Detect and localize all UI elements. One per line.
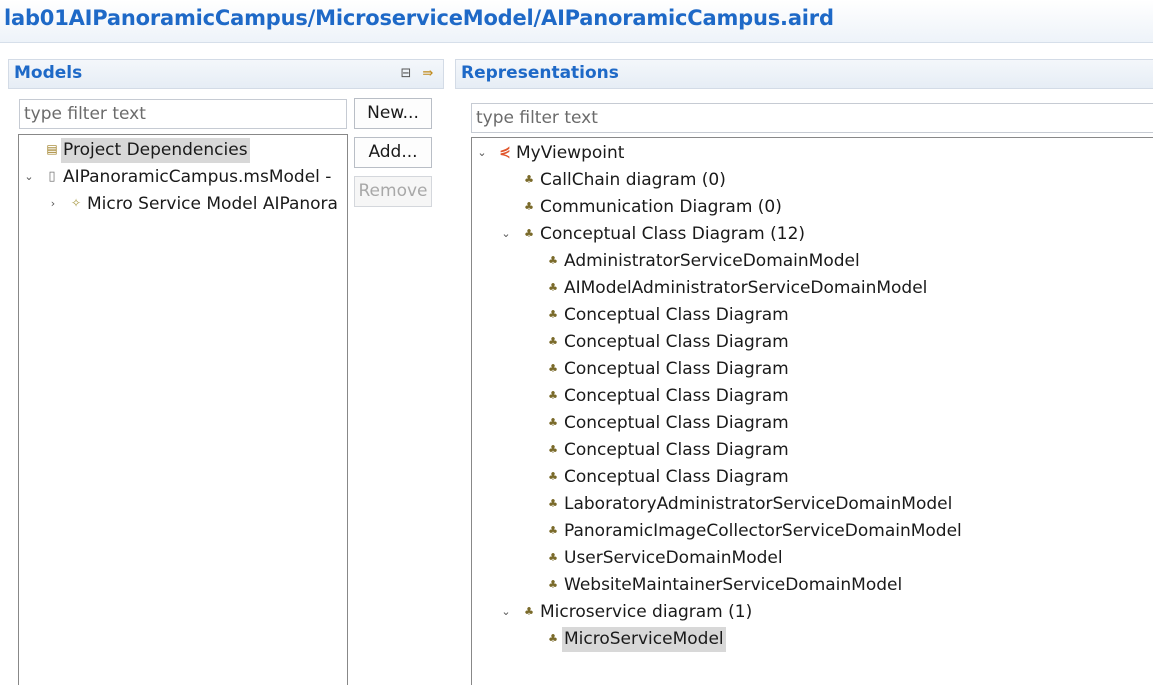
chevron-down-icon[interactable]: ⌄	[23, 164, 35, 189]
tree-item-diagram[interactable]: ♣ LaboratoryAdministratorServiceDomainMod…	[544, 491, 954, 516]
diagram-icon: ♣	[548, 254, 558, 267]
new-button[interactable]: New...	[354, 98, 432, 129]
tree-item-diagram[interactable]: ♣ Conceptual Class Diagram	[544, 383, 791, 408]
diagram-type-icon: ♣	[524, 605, 534, 618]
chevron-down-icon[interactable]: ⌄	[500, 599, 512, 624]
tree-item-viewpoint[interactable]: ⋞ MyViewpoint	[496, 140, 626, 165]
chevron-down-icon[interactable]: ⌄	[500, 221, 512, 246]
tree-item-msmodel-file[interactable]: ▯ AIPanoramicCampus.msModel -	[43, 164, 333, 189]
diagram-icon: ♣	[548, 551, 558, 564]
tree-item-communication-diagram[interactable]: ♣ Communication Diagram (0)	[520, 194, 784, 219]
diagram-icon: ♣	[548, 443, 558, 456]
tree-item-diagram[interactable]: ♣ PanoramicImageCollectorServiceDomainMod…	[544, 518, 964, 543]
diagram-icon: ♣	[548, 335, 558, 348]
model-element-icon: ✧	[70, 196, 82, 210]
viewpoint-icon: ⋞	[499, 144, 511, 160]
tree-item-diagram[interactable]: ♣ AIModelAdministratorServiceDomainModel	[544, 275, 929, 300]
tree-item-diagram[interactable]: ♣ UserServiceDomainModel	[544, 545, 785, 570]
add-button[interactable]: Add...	[354, 137, 432, 168]
diagram-icon: ♣	[548, 497, 558, 510]
diagram-icon: ♣	[548, 308, 558, 321]
models-tree[interactable]: ▤ Project Dependencies ⌄ ▯ AIPanoramicCamp…	[18, 134, 348, 685]
diagram-type-icon: ♣	[524, 200, 534, 213]
model-file-icon: ▯	[48, 169, 56, 184]
diagram-icon: ♣	[548, 281, 558, 294]
tree-item-diagram[interactable]: ♣ Conceptual Class Diagram	[544, 356, 791, 381]
tree-item-diagram[interactable]: ♣ Conceptual Class Diagram	[544, 410, 791, 435]
tree-item-conceptual-class-diagram[interactable]: ♣ Conceptual Class Diagram (12)	[520, 221, 807, 246]
tree-item-micro-service-model[interactable]: ✧ Micro Service Model AIPanora	[67, 191, 340, 216]
tree-item-diagram[interactable]: ♣ Conceptual Class Diagram	[544, 302, 791, 327]
editor-title-bar: lab01AIPanoramicCampus/MicroserviceModel…	[0, 0, 1153, 43]
diagram-icon: ♣	[548, 470, 558, 483]
representations-filter-input[interactable]	[471, 103, 1153, 133]
editor-title: lab01AIPanoramicCampus/MicroserviceModel…	[4, 6, 834, 30]
tree-item-diagram[interactable]: ♣ Conceptual Class Diagram	[544, 329, 791, 354]
tree-item-diagram-selected[interactable]: ♣ MicroServiceModel	[544, 626, 726, 652]
representations-tree[interactable]: ⌄ ⋞ MyViewpoint ♣ CallChain diagram (0) ♣ C…	[471, 137, 1153, 685]
diagram-icon: ♣	[548, 362, 558, 375]
tree-item-callchain-diagram[interactable]: ♣ CallChain diagram (0)	[520, 167, 728, 192]
models-section-title: Models	[14, 63, 83, 83]
tree-item-diagram[interactable]: ♣ Conceptual Class Diagram	[544, 464, 791, 489]
chevron-down-icon[interactable]: ⌄	[476, 140, 488, 165]
representations-section-title: Representations	[461, 63, 619, 83]
remove-button[interactable]: Remove	[354, 176, 432, 207]
diagram-type-icon: ♣	[524, 227, 534, 240]
tree-item-diagram[interactable]: ♣ WebsiteMaintainerServiceDomainModel	[544, 572, 904, 597]
diagram-icon: ♣	[548, 578, 558, 591]
project-dependencies-icon: ▤	[46, 142, 58, 156]
link-with-editor-icon[interactable]: ⇛	[420, 66, 436, 82]
diagram-icon: ♣	[548, 632, 558, 645]
tree-item-microservice-diagram[interactable]: ♣ Microservice diagram (1)	[520, 599, 754, 624]
collapse-all-icon[interactable]: ⊟	[398, 66, 414, 82]
models-filter-input[interactable]	[19, 99, 347, 129]
diagram-type-icon: ♣	[524, 173, 534, 186]
diagram-icon: ♣	[548, 524, 558, 537]
tree-item-diagram[interactable]: ♣ AdministratorServiceDomainModel	[544, 248, 862, 273]
diagram-icon: ♣	[548, 389, 558, 402]
representations-section-header[interactable]: Representations	[455, 59, 1153, 89]
chevron-right-icon[interactable]: ›	[47, 191, 59, 216]
diagram-icon: ♣	[548, 416, 558, 429]
tree-item-diagram[interactable]: ♣ Conceptual Class Diagram	[544, 437, 791, 462]
tree-item-project-dependencies[interactable]: ▤ Project Dependencies	[43, 137, 250, 163]
models-section-header[interactable]: Models ⊟ ⇛	[8, 59, 444, 89]
